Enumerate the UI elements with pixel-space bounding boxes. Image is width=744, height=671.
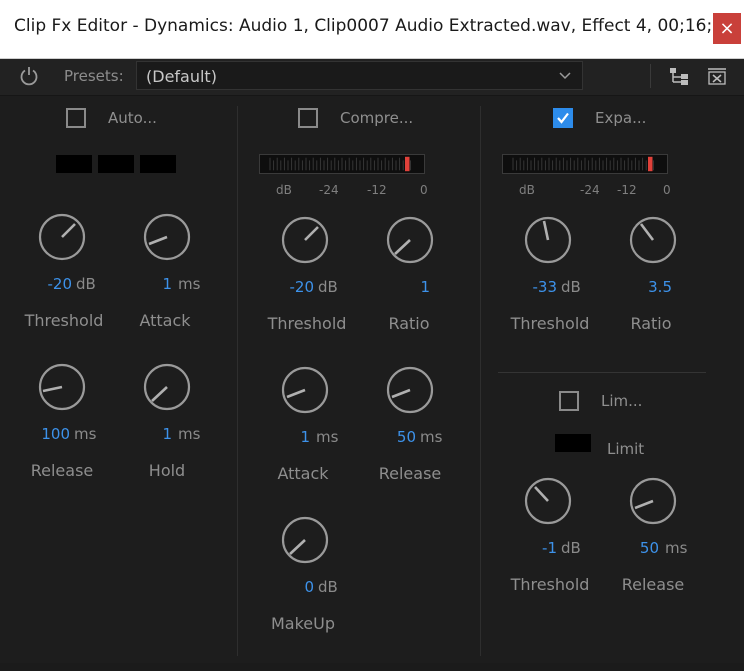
panel-divider — [480, 106, 481, 656]
limiter-threshold-value[interactable]: -1 — [515, 539, 557, 557]
expander-threshold-knob[interactable] — [522, 214, 574, 266]
expander-enable-checkbox[interactable] — [553, 108, 573, 128]
bottom-strip — [0, 663, 744, 671]
autogate-attack-label: Attack — [139, 311, 191, 330]
compressor-attack-unit: ms — [316, 428, 339, 446]
expander-threshold-value[interactable]: -33 — [515, 278, 558, 296]
panel-divider — [237, 106, 238, 656]
autogate-attack-knob[interactable] — [141, 211, 193, 263]
compressor-meter-scale-12: -12 — [367, 183, 387, 197]
toolbar-divider — [650, 64, 651, 88]
expander-meter-scale-0: 0 — [663, 183, 671, 197]
expander-threshold-label: Threshold — [510, 314, 590, 333]
close-box-icon[interactable] — [706, 65, 728, 87]
compressor-attack-knob[interactable] — [279, 364, 331, 416]
limiter-release-unit: ms — [665, 539, 688, 557]
autogate-hold-unit: ms — [178, 425, 201, 443]
compressor-meter-scale-db: dB — [276, 183, 292, 197]
limiter-label: Lim... — [601, 392, 643, 410]
compressor-makeup-unit: dB — [318, 578, 338, 596]
autogate-attack-value[interactable]: 1 — [130, 275, 172, 293]
autogate-attack-unit: ms — [178, 275, 201, 293]
autogate-hold-knob[interactable] — [141, 361, 193, 413]
expander-meter-scale-db: dB — [519, 183, 535, 197]
autogate-threshold-value[interactable]: -20 — [30, 275, 73, 293]
autogate-label: Auto... — [108, 109, 157, 127]
limiter-threshold-unit: dB — [561, 539, 581, 557]
presets-dropdown[interactable]: (Default) — [136, 61, 583, 90]
compressor-threshold-unit: dB — [318, 278, 338, 296]
autogate-hold-value[interactable]: 1 — [130, 425, 172, 443]
toolbar: Presets: (Default) — [0, 59, 744, 96]
autogate-release-value[interactable]: 100 — [22, 425, 70, 443]
expander-meter-scale-12: -12 — [617, 183, 637, 197]
limiter-release-knob[interactable] — [627, 475, 679, 527]
compressor-level-meter — [259, 154, 425, 174]
chevron-down-icon — [559, 72, 571, 80]
compressor-ratio-value[interactable]: 1 — [392, 278, 430, 296]
compressor-release-label: Release — [378, 464, 442, 483]
preset-value: (Default) — [146, 67, 217, 86]
window-title: Clip Fx Editor - Dynamics: Audio 1, Clip… — [14, 16, 714, 36]
expander-meter-scale-24: -24 — [580, 183, 600, 197]
limit-indicator — [555, 434, 591, 452]
compressor-threshold-knob[interactable] — [279, 214, 331, 266]
limiter-enable-checkbox[interactable] — [559, 391, 579, 411]
autogate-release-label: Release — [30, 461, 94, 480]
expander-level-meter — [502, 154, 668, 174]
close-window-button[interactable]: × — [713, 13, 741, 44]
compressor-release-knob[interactable] — [384, 364, 436, 416]
limiter-release-value[interactable]: 50 — [617, 539, 659, 557]
expander-label: Expa... — [595, 109, 647, 127]
power-icon[interactable] — [18, 65, 40, 87]
section-divider — [498, 372, 706, 373]
compressor-release-value[interactable]: 50 — [374, 428, 416, 446]
compressor-meter-scale-0: 0 — [420, 183, 428, 197]
autogate-threshold-label: Threshold — [24, 311, 104, 330]
autogate-release-knob[interactable] — [36, 361, 88, 413]
expander-threshold-unit: dB — [561, 278, 581, 296]
compressor-makeup-value[interactable]: 0 — [272, 578, 314, 596]
limiter-release-label: Release — [621, 575, 685, 594]
meter-peak-indicator — [405, 156, 410, 172]
compressor-threshold-label: Threshold — [267, 314, 347, 333]
autogate-hold-label: Hold — [148, 461, 186, 480]
title-bar: Clip Fx Editor - Dynamics: Audio 1, Clip… — [0, 0, 744, 59]
presets-label: Presets: — [64, 67, 124, 85]
limiter-threshold-label: Threshold — [510, 575, 590, 594]
hierarchy-icon[interactable] — [668, 65, 690, 87]
autogate-threshold-unit: dB — [76, 275, 96, 293]
checkmark-icon — [557, 112, 569, 124]
autogate-meter-2 — [98, 155, 134, 173]
compressor-meter-scale-24: -24 — [319, 183, 339, 197]
autogate-meter-1 — [56, 155, 92, 173]
expander-ratio-label: Ratio — [630, 314, 672, 333]
compressor-ratio-label: Ratio — [388, 314, 430, 333]
autogate-enable-checkbox[interactable] — [66, 108, 86, 128]
compressor-threshold-value[interactable]: -20 — [272, 278, 315, 296]
compressor-ratio-knob[interactable] — [384, 214, 436, 266]
limit-label: Limit — [607, 440, 645, 458]
compressor-enable-checkbox[interactable] — [298, 108, 318, 128]
compressor-release-unit: ms — [420, 428, 443, 446]
compressor-attack-label: Attack — [277, 464, 329, 483]
expander-ratio-value[interactable]: 3.5 — [630, 278, 672, 296]
compressor-label: Compre... — [340, 109, 414, 127]
compressor-attack-value[interactable]: 1 — [268, 428, 310, 446]
compressor-makeup-knob[interactable] — [279, 514, 331, 566]
limiter-threshold-knob[interactable] — [522, 475, 574, 527]
autogate-threshold-knob[interactable] — [36, 211, 88, 263]
compressor-makeup-label: MakeUp — [270, 614, 335, 633]
autogate-meter-3 — [140, 155, 176, 173]
meter-peak-indicator — [648, 156, 653, 172]
expander-ratio-knob[interactable] — [627, 214, 679, 266]
autogate-release-unit: ms — [74, 425, 97, 443]
